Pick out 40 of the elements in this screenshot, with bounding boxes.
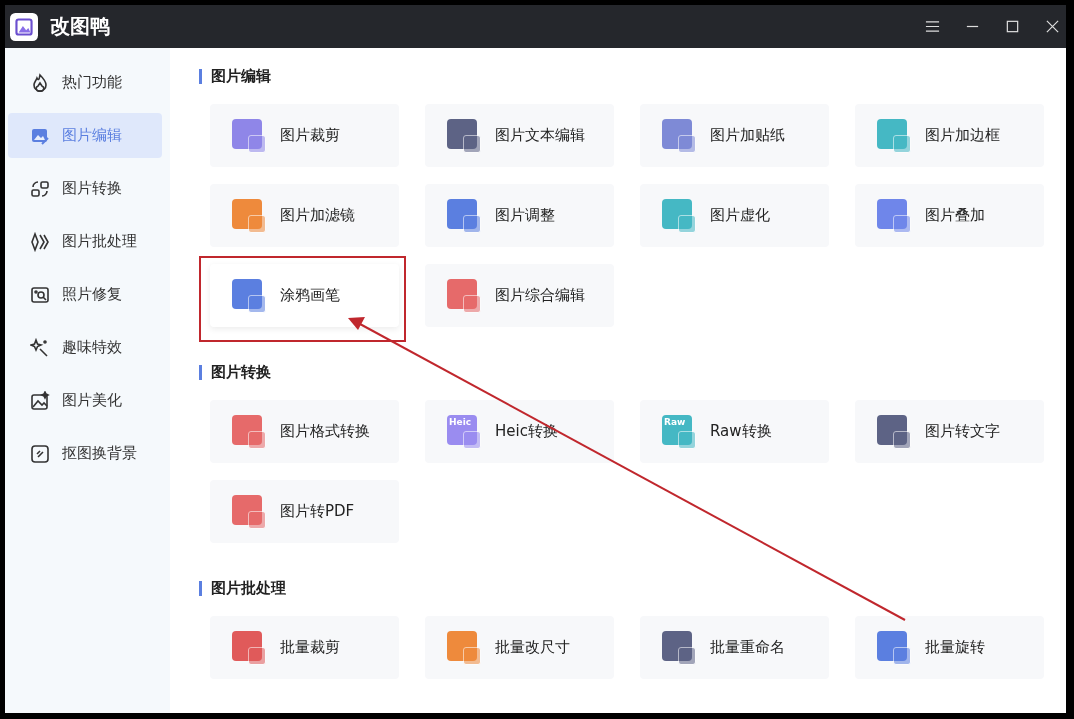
tool-card[interactable]: 图片加边框 [855,104,1044,167]
sidebar-item[interactable]: 趣味特效 [8,325,162,370]
sidebar-item[interactable]: 图片转换 [8,166,162,211]
tool-card[interactable]: 图片格式转换 [210,400,399,463]
flame-icon [30,72,50,93]
photo-search-icon [30,284,50,305]
menu-icon[interactable] [925,19,940,34]
section-title: 图片转换 [211,362,271,382]
tool-card[interactable]: 批量改尺寸 [425,616,614,679]
tool-card[interactable]: Raw Raw转换 [640,400,829,463]
tool-card[interactable]: 涂鸦画笔 [210,264,399,327]
maximize-icon[interactable] [1005,19,1020,34]
chevrons-icon [30,231,50,252]
sidebar-item[interactable]: 抠图换背景 [8,431,162,476]
tool-card[interactable]: 图片转PDF [210,480,399,543]
window-title: 改图鸭 [50,13,110,40]
section-title: 图片编辑 [211,66,271,86]
sidebar-item[interactable]: 图片美化 [8,378,162,423]
swap-icon [30,178,50,199]
tool-card[interactable]: 图片调整 [425,184,614,247]
tool-card[interactable]: 图片综合编辑 [425,264,614,327]
app-logo-icon [10,12,38,41]
tool-card[interactable]: 图片文本编辑 [425,104,614,167]
close-icon[interactable] [1045,19,1060,34]
tool-card[interactable]: 图片转文字 [855,400,1044,463]
tool-card[interactable]: 图片加贴纸 [640,104,829,167]
tool-card[interactable]: 批量旋转 [855,616,1044,679]
sparkle-wand-icon [30,337,50,358]
sidebar-item[interactable]: 照片修复 [8,272,162,317]
section-title: 图片批处理 [211,578,286,598]
tool-card[interactable]: 图片叠加 [855,184,1044,247]
sidebar-item[interactable]: 图片批处理 [8,219,162,264]
tool-card[interactable]: 图片加滤镜 [210,184,399,247]
slash-square-icon [30,443,50,464]
tool-card[interactable]: 批量裁剪 [210,616,399,679]
tool-card[interactable]: 图片裁剪 [210,104,399,167]
sidebar-item[interactable]: 热门功能 [8,60,162,105]
tool-card[interactable]: 批量重命名 [640,616,829,679]
tool-card[interactable]: 图片虚化 [640,184,829,247]
image-sparkle-icon [30,390,50,411]
